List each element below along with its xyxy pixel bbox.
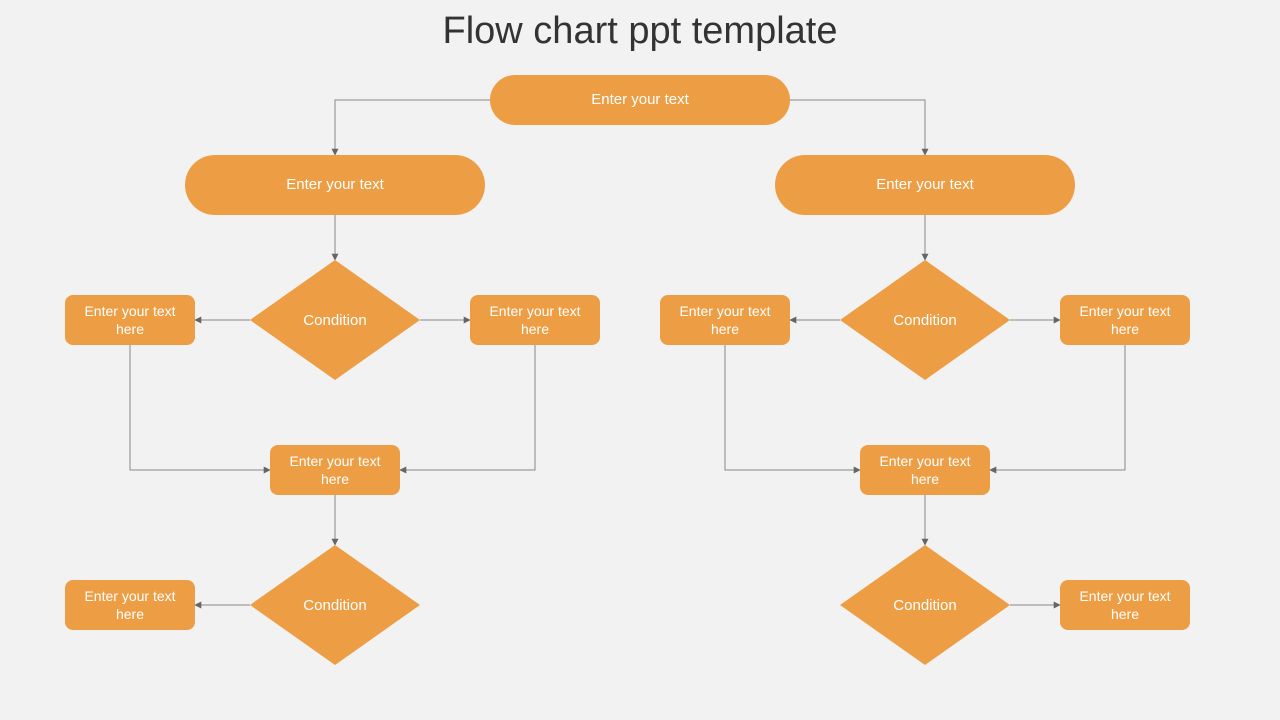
- merge-left-label: Enter your text here: [274, 452, 396, 488]
- process-left-2: Enter your text here: [65, 580, 195, 630]
- process-left-2-label: Enter your text here: [69, 587, 191, 623]
- branch-node-right-label: Enter your text: [876, 175, 974, 195]
- process-left-1b-label: Enter your text here: [474, 302, 596, 338]
- decision-left-1-label: Condition: [303, 312, 366, 329]
- decision-left-2-label: Condition: [303, 597, 366, 614]
- branch-node-right: Enter your text: [775, 155, 1075, 215]
- merge-left: Enter your text here: [270, 445, 400, 495]
- branch-node-left-label: Enter your text: [286, 175, 384, 195]
- decision-left-1: Condition: [250, 260, 420, 380]
- decision-right-1: Condition: [840, 260, 1010, 380]
- decision-right-1-label: Condition: [893, 312, 956, 329]
- start-node-label: Enter your text: [591, 90, 689, 110]
- process-right-2-label: Enter your text here: [1064, 587, 1186, 623]
- branch-node-left: Enter your text: [185, 155, 485, 215]
- process-right-2: Enter your text here: [1060, 580, 1190, 630]
- process-right-1b-label: Enter your text here: [1064, 302, 1186, 338]
- decision-right-2: Condition: [840, 545, 1010, 665]
- process-right-1b: Enter your text here: [1060, 295, 1190, 345]
- process-right-1a-label: Enter your text here: [664, 302, 786, 338]
- process-left-1b: Enter your text here: [470, 295, 600, 345]
- merge-right-label: Enter your text here: [864, 452, 986, 488]
- merge-right: Enter your text here: [860, 445, 990, 495]
- decision-left-2: Condition: [250, 545, 420, 665]
- start-node: Enter your text: [490, 75, 790, 125]
- process-left-1a: Enter your text here: [65, 295, 195, 345]
- decision-right-2-label: Condition: [893, 597, 956, 614]
- process-left-1a-label: Enter your text here: [69, 302, 191, 338]
- process-right-1a: Enter your text here: [660, 295, 790, 345]
